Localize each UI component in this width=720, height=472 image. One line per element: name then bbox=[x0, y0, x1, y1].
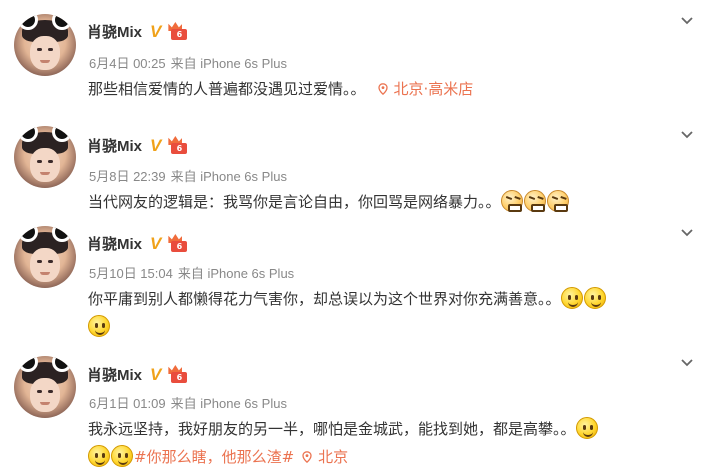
post-source[interactable]: 来自 iPhone 6s Plus bbox=[171, 169, 287, 184]
post-text: 我永远坚持，我好朋友的另一半，哪怕是金城武，能找到她，都是高攀。。 bbox=[88, 420, 576, 438]
location-text: 北京·高米店 bbox=[393, 80, 474, 98]
post-text-block: 那些相信爱情的人普遍都没遇见过爱情。。 北京·高米店 bbox=[88, 75, 672, 103]
post-text-block: 当代网友的逻辑是：我骂你是言论自由，你回骂是网络暴力。。 bbox=[88, 188, 672, 216]
author-name[interactable]: 肖骁Mix bbox=[87, 135, 142, 156]
smile-emoji-icon bbox=[583, 287, 606, 309]
member-badge-icon[interactable]: 6 bbox=[167, 234, 189, 252]
post-date[interactable]: 5月10日 15:04 bbox=[89, 266, 173, 281]
post-date[interactable]: 6月4日 00:25 bbox=[89, 56, 166, 71]
post-source[interactable]: 来自 iPhone 6s Plus bbox=[171, 396, 287, 411]
member-badge-icon[interactable]: 6 bbox=[167, 136, 189, 154]
angry-emoji-icon bbox=[500, 190, 523, 212]
post-meta: 6月4日 00:25 来自 iPhone 6s Plus bbox=[89, 53, 292, 72]
post-text-block: 你平庸到别人都懒得花力气害你，却总误以为这个世界对你充满善意。。 bbox=[88, 285, 680, 341]
avatar[interactable] bbox=[14, 14, 76, 76]
post-source[interactable]: 来自 iPhone 6s Plus bbox=[178, 266, 294, 281]
location-text: 北京 bbox=[318, 448, 349, 466]
smile-emoji-icon bbox=[560, 287, 583, 309]
chevron-down-icon[interactable] bbox=[680, 14, 694, 28]
smile-emoji-icon bbox=[88, 445, 110, 467]
avatar[interactable] bbox=[14, 226, 76, 288]
post-text: 你平庸到别人都懒得花力气害你，却总误以为这个世界对你充满善意。。 bbox=[88, 290, 561, 308]
post-meta: 5月10日 15:04 来自 iPhone 6s Plus bbox=[89, 263, 299, 282]
weibo-post: 肖骁Mix V 6 5月8日 22:39 来自 iPhone 6s Plus 当代… bbox=[0, 120, 720, 224]
smile-emoji-icon bbox=[88, 315, 110, 337]
post-text: 那些相信爱情的人普遍都没遇见过爱情。。 bbox=[88, 80, 366, 98]
location-pin-icon bbox=[377, 83, 388, 95]
chevron-down-icon[interactable] bbox=[680, 356, 694, 370]
post-date[interactable]: 6月1日 01:09 bbox=[89, 396, 166, 411]
author-name[interactable]: 肖骁Mix bbox=[87, 364, 142, 385]
member-badge-icon[interactable]: 6 bbox=[167, 365, 189, 383]
author-name[interactable]: 肖骁Mix bbox=[87, 21, 142, 42]
post-text-block: 我永远坚持，我好朋友的另一半，哪怕是金城武，能找到她，都是高攀。。 #你那么瞎，他… bbox=[88, 415, 680, 471]
post-source[interactable]: 来自 iPhone 6s Plus bbox=[171, 56, 287, 71]
angry-emoji-icon bbox=[523, 190, 546, 212]
chevron-down-icon[interactable] bbox=[680, 226, 694, 240]
weibo-post: 肖骁Mix V 6 5月10日 15:04 来自 iPhone 6s Plus 你… bbox=[0, 224, 720, 350]
location-pin-icon bbox=[302, 451, 312, 463]
verified-icon: V bbox=[150, 364, 162, 384]
member-badge-icon[interactable]: 6 bbox=[167, 22, 189, 40]
post-text: 当代网友的逻辑是：我骂你是言论自由，你回骂是网络暴力。。 bbox=[88, 193, 501, 211]
location-link[interactable]: 北京·高米店 bbox=[377, 80, 474, 98]
weibo-post: 肖骁Mix V 6 6月1日 01:09 来自 iPhone 6s Plus 我永… bbox=[0, 350, 720, 472]
avatar[interactable] bbox=[14, 126, 76, 188]
smile-emoji-icon bbox=[111, 445, 133, 467]
verified-icon: V bbox=[150, 135, 162, 155]
author-name[interactable]: 肖骁Mix bbox=[87, 233, 142, 254]
post-meta: 5月8日 22:39 来自 iPhone 6s Plus bbox=[89, 166, 292, 185]
verified-icon: V bbox=[150, 233, 162, 253]
smile-emoji-icon bbox=[575, 417, 598, 439]
verified-icon: V bbox=[150, 21, 162, 41]
post-meta: 6月1日 01:09 来自 iPhone 6s Plus bbox=[89, 393, 292, 412]
location-link[interactable]: 北京 bbox=[302, 448, 348, 466]
weibo-post: 肖骁Mix V 6 6月4日 00:25 来自 iPhone 6s Plus 那些… bbox=[0, 0, 720, 120]
chevron-down-icon[interactable] bbox=[680, 128, 694, 142]
post-date[interactable]: 5月8日 22:39 bbox=[89, 169, 166, 184]
angry-emoji-icon bbox=[546, 190, 569, 212]
hashtag-link[interactable]: #你那么瞎，他那么渣# bbox=[134, 448, 294, 466]
avatar[interactable] bbox=[14, 356, 76, 418]
